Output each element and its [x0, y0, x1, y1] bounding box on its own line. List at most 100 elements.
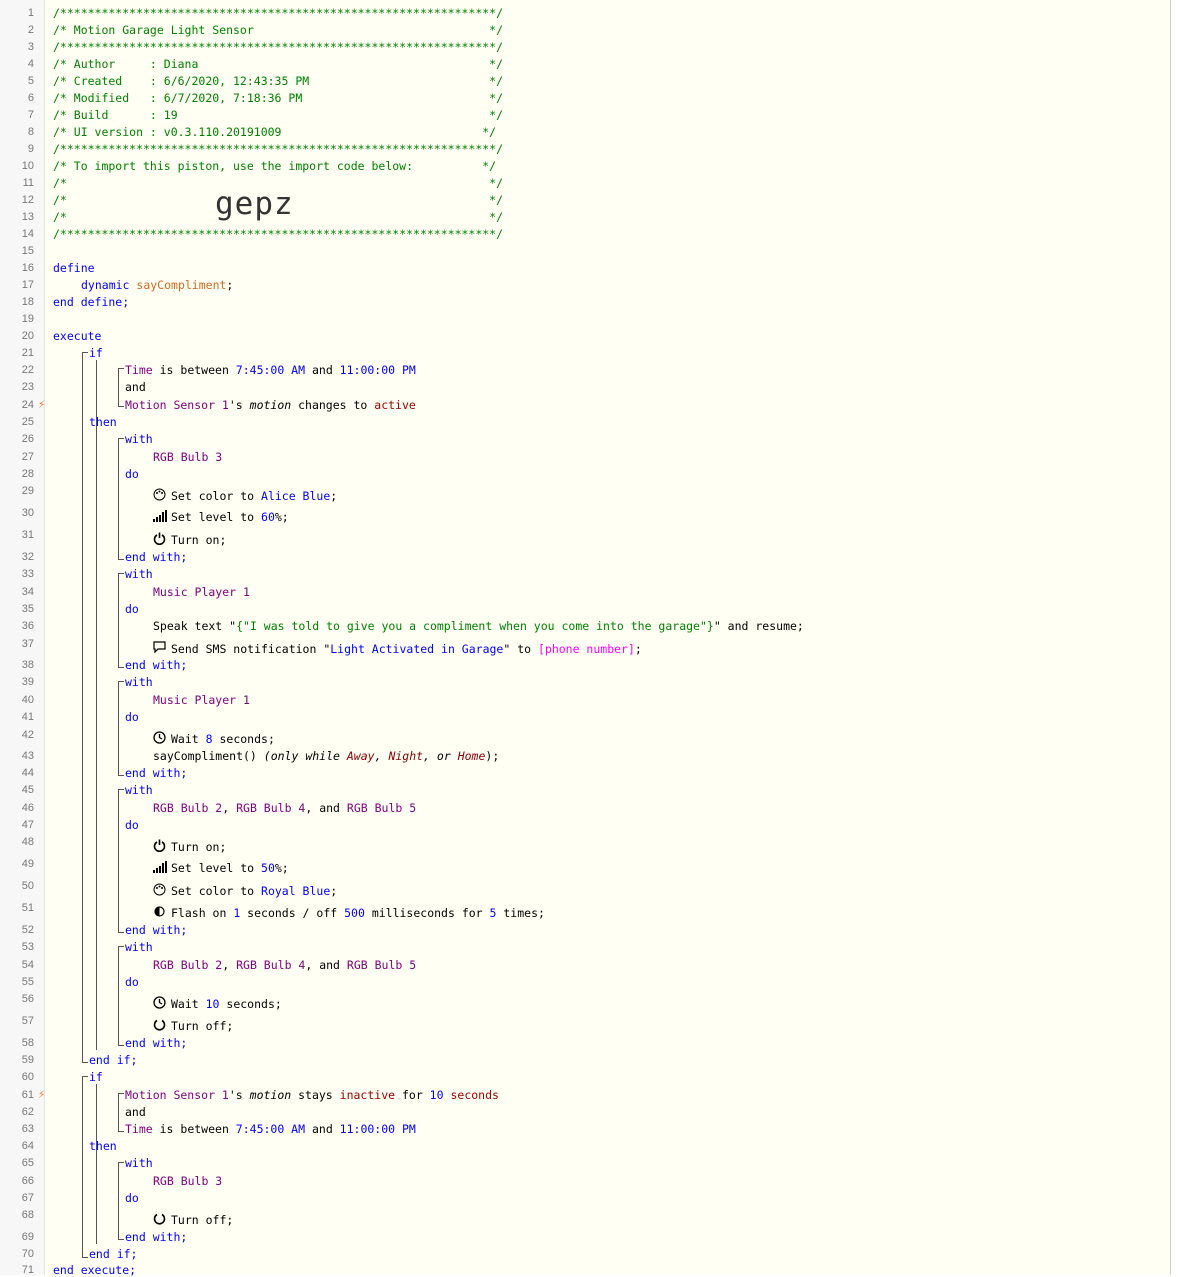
then-guide-line	[96, 1084, 97, 1244]
unit: milliseconds for	[364, 906, 490, 920]
end-with-keyword: end with;	[125, 658, 188, 672]
device-rgb-bulb-3: RGB Bulb 3	[153, 1174, 223, 1188]
command: Turn off;	[171, 1213, 234, 1227]
condition-time: Time is between 7:45:00 AM and 11:00:00 …	[125, 363, 416, 377]
statement-set-level: Set level to 60%;	[153, 510, 289, 524]
value-active: active	[374, 398, 416, 412]
line-number: 45	[21, 784, 34, 796]
line-number: 60	[21, 1071, 34, 1083]
line-number-gutter: 1 2 3 4 5 6 7 8 9 10 11 12 13 14 15 16 17 18 19 20 21 22 23 24 2…	[0, 0, 45, 1276]
statement-turn-on: Turn on;	[153, 839, 226, 854]
line-number: 22	[21, 364, 34, 376]
line-number: 9	[27, 143, 34, 155]
line-number: 16	[21, 262, 34, 274]
line-number: 18	[21, 296, 34, 308]
line-number: 57	[21, 1015, 34, 1027]
command: Send SMS notification "	[171, 642, 331, 656]
do-keyword: do	[125, 1191, 139, 1205]
line-number: 34	[21, 586, 34, 598]
end-define-keyword: end define;	[53, 295, 130, 309]
with-block-bracket	[118, 438, 124, 560]
with-keyword: with	[125, 432, 153, 446]
modified-line: /* Modified : 6/7/2020, 7:18:36 PM */	[53, 91, 504, 105]
clock-icon	[153, 731, 167, 744]
statement-turn-off: Turn off;	[153, 1212, 233, 1227]
line-number: 27	[21, 451, 34, 463]
statement-send-sms: Send SMS notification "Light Activated i…	[153, 641, 642, 656]
then-guide-line	[96, 360, 97, 1050]
conjunction: and	[305, 363, 340, 377]
wait-value: 8	[205, 732, 213, 746]
mode-away: Away	[346, 749, 375, 763]
command: Set level to	[171, 861, 262, 875]
line-number: 67	[21, 1192, 34, 1204]
device-rgb-bulb-5: RGB Bulb 5	[346, 801, 417, 815]
semicolon: ;	[226, 278, 234, 292]
level-value: 60	[261, 510, 275, 524]
line-number: 14	[21, 228, 34, 240]
sms-string: Light Activated in Garage	[330, 642, 504, 656]
unit: seconds / off	[240, 906, 345, 920]
end-if-keyword: end if;	[89, 1247, 138, 1261]
line-number: 41	[21, 711, 34, 723]
end-with-keyword: end with;	[125, 766, 188, 780]
line-number: 49	[21, 858, 34, 870]
line-number: 64	[21, 1140, 34, 1152]
line-number: 69	[21, 1231, 34, 1243]
build-line: /* Build : 19 */	[53, 108, 504, 122]
dynamic-keyword: dynamic	[81, 278, 130, 292]
then-keyword: then	[89, 1139, 117, 1153]
device-rgb-bulb-2: RGB Bulb 2	[153, 958, 223, 972]
palette-icon	[153, 488, 167, 501]
line-number: 13	[21, 211, 34, 223]
import-note: /* To import this piston, use the import…	[53, 159, 497, 173]
line-number: 52	[21, 924, 34, 936]
operator: is between	[152, 363, 236, 377]
do-keyword: do	[125, 710, 139, 724]
line-number: 56	[21, 993, 34, 1005]
line-number: 7	[27, 109, 34, 121]
line-number: 26	[21, 433, 34, 445]
percent: %;	[274, 510, 289, 524]
command: Turn on;	[171, 840, 227, 854]
line-number: 24	[21, 399, 34, 411]
line-number: 36	[21, 620, 34, 632]
line-number: 11	[22, 177, 34, 189]
with-block-bracket	[118, 573, 124, 668]
command: Wait	[171, 997, 206, 1011]
percent: %;	[274, 861, 289, 875]
if-keyword: if	[89, 1070, 103, 1084]
line-number: 12	[21, 194, 34, 206]
semicolon: ;	[330, 884, 338, 898]
line-number: 29	[21, 485, 34, 497]
line-number: 31	[21, 529, 34, 541]
do-keyword: do	[125, 818, 139, 832]
semicolon: ;	[330, 489, 338, 503]
statement-set-color: Set color to Royal Blue;	[153, 883, 337, 898]
line-number: 3	[27, 41, 34, 53]
duration-value: 10	[429, 1088, 444, 1102]
statement-wait: Wait 10 seconds;	[153, 996, 282, 1011]
line-number: 47	[21, 819, 34, 831]
statement-set-color: Set color to Alice Blue;	[153, 488, 337, 503]
device-time: Time	[125, 1122, 153, 1136]
with-keyword: with	[125, 567, 153, 581]
line-number: 8	[27, 126, 34, 138]
close-paren: );	[485, 749, 500, 763]
do-keyword: do	[125, 602, 139, 616]
separator: , and	[305, 958, 347, 972]
header-border: /***************************************…	[53, 40, 504, 54]
power-off-icon	[153, 1018, 167, 1031]
line-number: 59	[21, 1054, 34, 1066]
line-number: 32	[21, 551, 34, 563]
mode-home: Home	[457, 749, 486, 763]
variable-name: sayCompliment	[136, 278, 227, 292]
command-suffix: " and resume;	[713, 619, 804, 633]
import-code: gepz	[215, 186, 294, 222]
trigger-bolt-icon: ⚡	[38, 397, 46, 411]
power-off-icon	[153, 1212, 167, 1225]
separator: , or	[423, 749, 458, 763]
command: Speak text "	[153, 619, 237, 633]
time-end: 11:00:00 PM	[339, 363, 416, 377]
command: Turn off;	[171, 1019, 234, 1033]
